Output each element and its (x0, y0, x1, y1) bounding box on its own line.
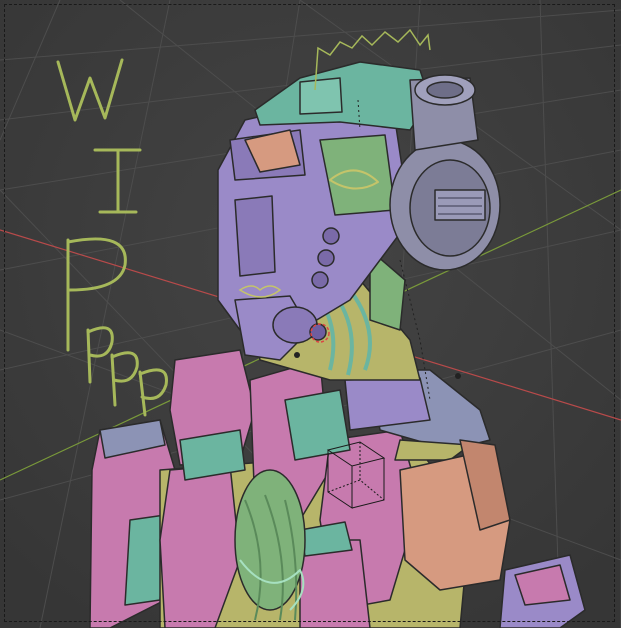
3d-viewport[interactable] (0, 0, 621, 628)
pivot-dot (294, 352, 300, 358)
viewport-canvas[interactable] (0, 0, 621, 628)
pivot-dot (455, 373, 461, 379)
